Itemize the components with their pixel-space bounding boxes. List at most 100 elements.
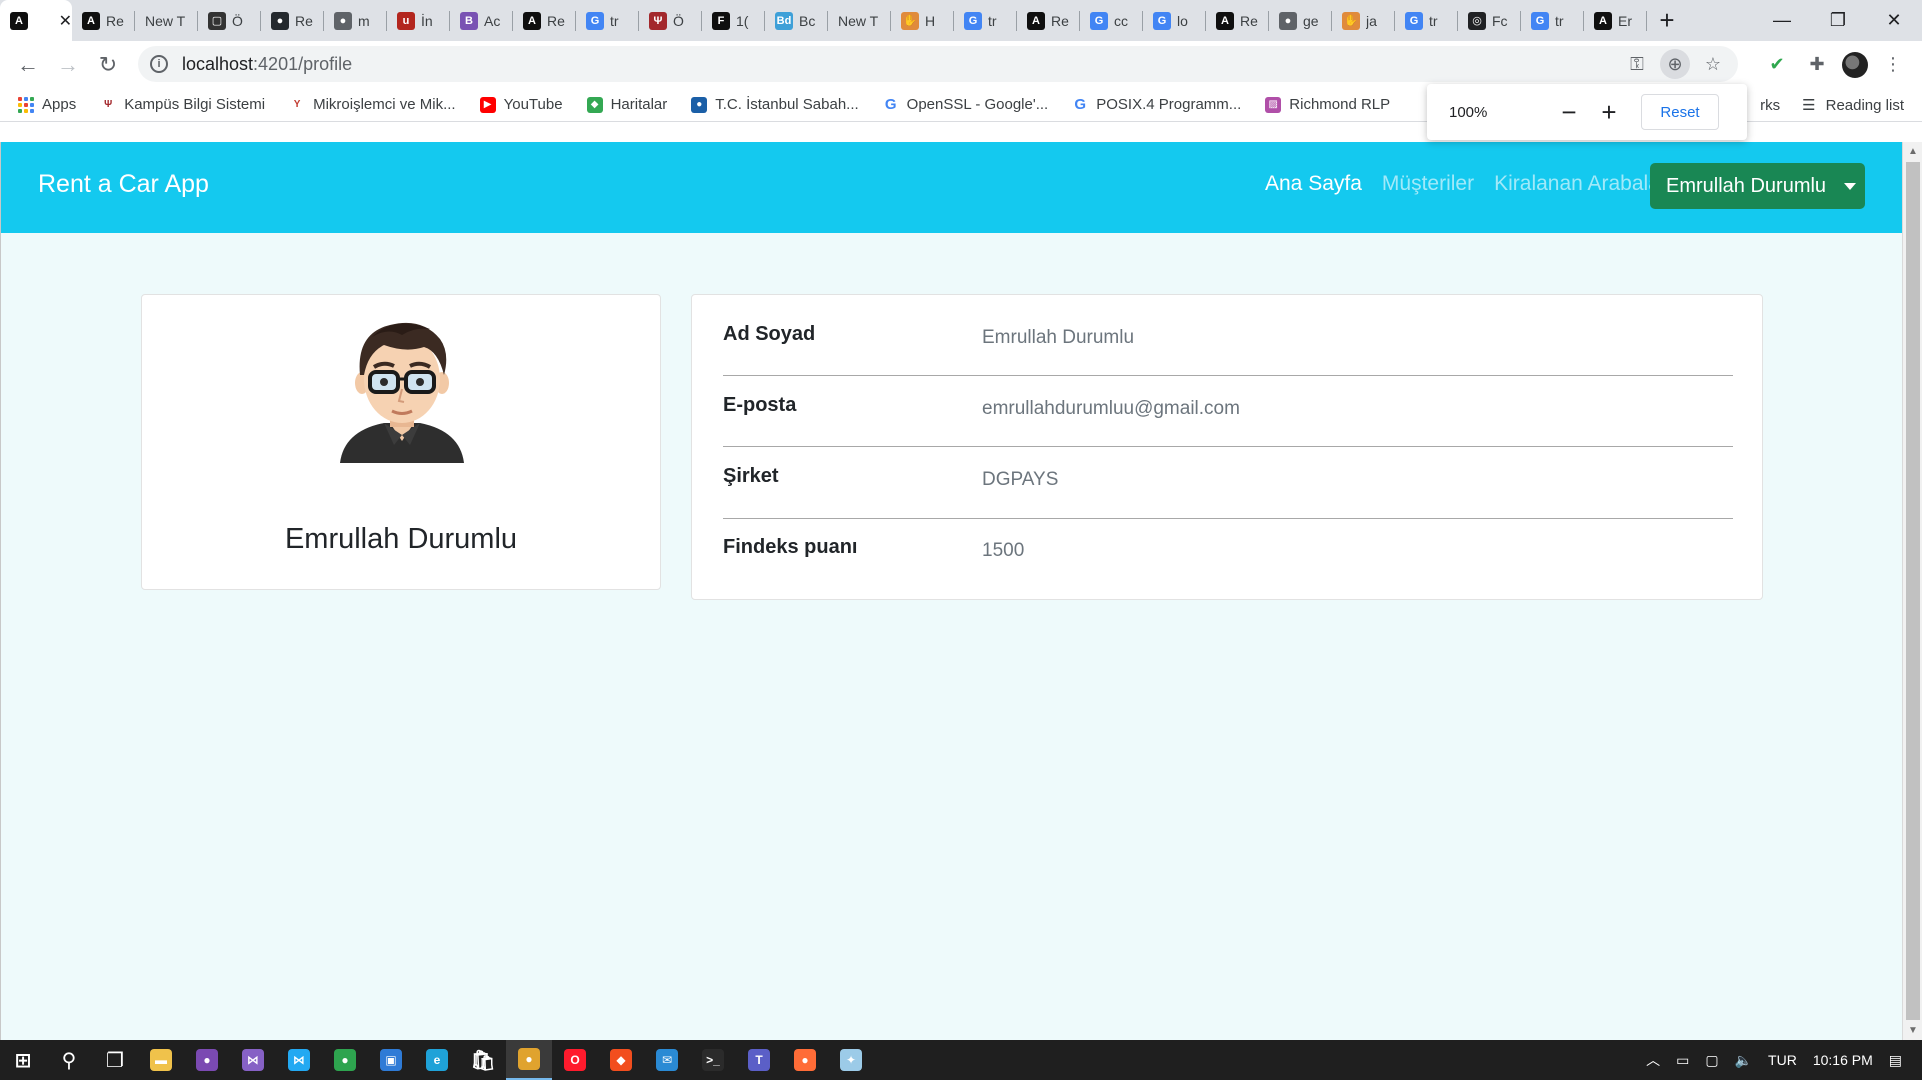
hand-icon: ✋ [901, 11, 919, 30]
other-bookmarks-partial[interactable]: rks [1760, 97, 1780, 114]
bookmark-item[interactable]: Y Mikroişlemci ve Mik... [289, 96, 456, 113]
maximize-icon[interactable]: ❐ [1810, 0, 1866, 41]
extensions-puzzle-icon[interactable]: ✚ [1802, 50, 1832, 80]
bookmark-item[interactable]: Apps [18, 96, 76, 113]
taskbar-item[interactable]: ❐ [92, 1040, 138, 1080]
maps-icon: ◆ [586, 96, 603, 113]
scroll-up-icon[interactable]: ▲ [1908, 146, 1918, 157]
password-key-icon[interactable]: ⚿ [1622, 49, 1652, 79]
angular-icon: A [1216, 11, 1234, 30]
site-info-icon[interactable]: i [150, 55, 168, 73]
taskbar-item[interactable]: ✦ [828, 1040, 874, 1080]
browser-tab[interactable]: Glo [1143, 0, 1206, 41]
tray-chevron-icon[interactable]: ︿ [1646, 1050, 1660, 1070]
browser-tab[interactable]: B Ac [450, 0, 513, 41]
taskbar-item[interactable]: O [552, 1040, 598, 1080]
new-tab-button[interactable]: + [1647, 0, 1687, 41]
detail-value: emrullahdurumluu@gmail.com [982, 398, 1240, 419]
minimize-icon[interactable]: — [1754, 0, 1810, 41]
extension-color-icon[interactable]: ✔ [1762, 50, 1792, 80]
taskbar-item[interactable]: e [414, 1040, 460, 1080]
taskbar-item[interactable]: ⚲ [46, 1040, 92, 1080]
scrollbar-thumb[interactable] [1906, 162, 1920, 1020]
taskbar-item[interactable]: ● [506, 1040, 552, 1080]
browser-tab[interactable]: u İn [387, 0, 450, 41]
zoom-reset-button[interactable]: Reset [1641, 94, 1719, 130]
browser-tab[interactable]: ● Re [261, 0, 324, 41]
browser-tab[interactable]: ◎ Fc [1458, 0, 1521, 41]
taskbar-item[interactable]: ● [184, 1040, 230, 1080]
battery-icon[interactable]: ▭ [1676, 1052, 1689, 1069]
browser-tab[interactable]: A ✕ [0, 0, 72, 41]
profile-avatar-icon[interactable] [1842, 51, 1868, 78]
bookmark-label: Apps [42, 96, 77, 113]
bookmark-item[interactable]: ▨ Richmond RLP [1265, 96, 1390, 113]
taskbar-item[interactable]: ▣ [368, 1040, 414, 1080]
notifications-icon[interactable]: ▤ [1889, 1052, 1902, 1069]
taskbar-item[interactable]: ⊞ [0, 1040, 46, 1080]
taskbar-item[interactable]: ▬ [138, 1040, 184, 1080]
nav-rented-cars-link[interactable]: Kiralanan Arabalar [1494, 172, 1667, 196]
browser-tab[interactable]: Gcc [1080, 0, 1143, 41]
browser-tab[interactable]: Gtr [954, 0, 1017, 41]
nav-home-link[interactable]: Ana Sayfa [1265, 172, 1362, 196]
browser-tab[interactable]: Bd Bc [765, 0, 828, 41]
browser-tab[interactable]: A Re [513, 0, 576, 41]
zoom-out-button[interactable]: − [1549, 97, 1589, 128]
reload-icon[interactable]: ↻ [88, 45, 128, 85]
url-text[interactable]: localhost:4201/profile [182, 54, 352, 75]
browser-tab[interactable]: New T [828, 0, 891, 41]
taskbar-item[interactable]: ⋈ [276, 1040, 322, 1080]
volume-icon[interactable]: 🔈 [1735, 1052, 1752, 1069]
nav-customers-link[interactable]: Müşteriler [1382, 172, 1474, 196]
browser-tab[interactable]: Gtr [576, 0, 639, 41]
taskbar-item[interactable]: 🛍 [460, 1040, 506, 1080]
taskbar-item[interactable]: ⋈ [230, 1040, 276, 1080]
zoom-icon[interactable]: ⊕ [1660, 49, 1690, 79]
taskbar-item[interactable]: ◆ [598, 1040, 644, 1080]
taskbar-item[interactable]: ● [322, 1040, 368, 1080]
bookmark-item[interactable]: Ψ Kampüs Bilgi Sistemi [100, 96, 265, 113]
language-indicator[interactable]: TUR [1768, 1052, 1797, 1068]
taskbar-item[interactable]: ● [782, 1040, 828, 1080]
browser-tab[interactable]: ● ge [1269, 0, 1332, 41]
browser-tab[interactable]: ✋ H [891, 0, 954, 41]
browser-tab[interactable]: New T [135, 0, 198, 41]
zoom-in-button[interactable]: + [1589, 97, 1629, 128]
browser-tab[interactable]: A Re [72, 0, 135, 41]
bookmark-item[interactable]: ● T.C. İstanbul Sabah... [691, 96, 859, 113]
clock[interactable]: 10:16 PM [1813, 1052, 1873, 1068]
bookmark-item[interactable]: G POSIX.4 Programm... [1072, 96, 1241, 113]
browser-tab[interactable]: A Re [1206, 0, 1269, 41]
reading-list-button[interactable]: ☰ Reading list [1802, 96, 1904, 115]
browser-tab[interactable]: ΨÖ [639, 0, 702, 41]
zoom-percent: 100% [1449, 103, 1488, 121]
close-tab-icon[interactable]: ✕ [59, 11, 72, 31]
bookmark-item[interactable]: G OpenSSL - Google'... [883, 96, 1048, 113]
otm-icon: ● [691, 96, 708, 113]
close-window-icon[interactable]: ✕ [1866, 0, 1922, 41]
bookmark-item[interactable]: ◆ Haritalar [586, 96, 667, 113]
forward-icon[interactable]: → [48, 45, 88, 85]
back-icon[interactable]: ← [8, 45, 48, 85]
user-menu-dropdown[interactable]: Emrullah Durumlu [1650, 163, 1865, 209]
browser-tab[interactable]: A Er [1584, 0, 1647, 41]
menu-kebab-icon[interactable]: ⋮ [1878, 50, 1908, 80]
browser-tab[interactable]: Gtr [1521, 0, 1584, 41]
taskbar-item[interactable]: >_ [690, 1040, 736, 1080]
browser-tab[interactable]: ▢ Ö [198, 0, 261, 41]
browser-tab[interactable]: Gtr [1395, 0, 1458, 41]
scroll-down-icon[interactable]: ▼ [1908, 1025, 1918, 1036]
browser-tab[interactable]: ✋ ja [1332, 0, 1395, 41]
address-bar[interactable]: i localhost:4201/profile ⚿ ⊕ ☆ [138, 46, 1738, 82]
taskbar-item[interactable]: ✉ [644, 1040, 690, 1080]
browser-tab[interactable]: A Re [1017, 0, 1080, 41]
app-brand[interactable]: Rent a Car App [38, 170, 209, 199]
taskbar-item[interactable]: T [736, 1040, 782, 1080]
browser-tab[interactable]: ● m [324, 0, 387, 41]
browser-tab[interactable]: F 1( [702, 0, 765, 41]
page-scrollbar[interactable]: ▲ ▼ [1902, 142, 1922, 1040]
bookmark-item[interactable]: ▶ YouTube [479, 96, 563, 113]
bookmark-star-icon[interactable]: ☆ [1698, 49, 1728, 79]
network-icon[interactable]: ▢ [1705, 1052, 1718, 1069]
